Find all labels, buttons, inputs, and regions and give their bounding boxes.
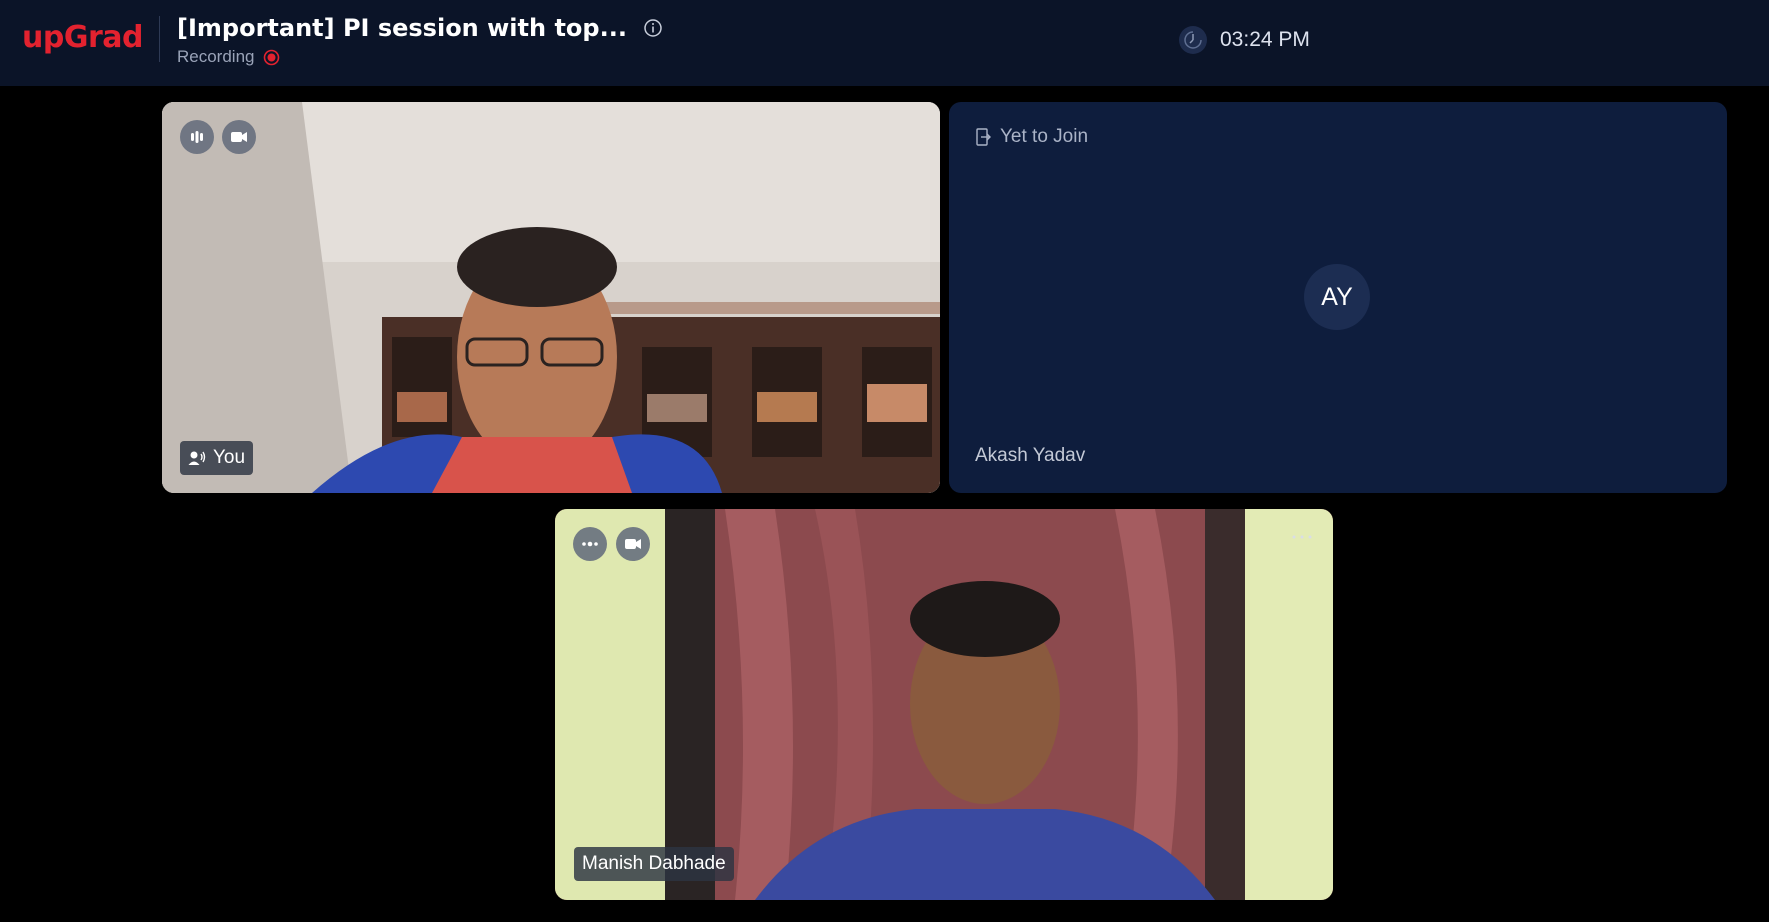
top-bar: upGrad [Important] PI session with top..… (0, 0, 1769, 86)
info-icon[interactable] (643, 18, 663, 38)
audio-idle-icon[interactable] (573, 527, 607, 561)
camera-icon[interactable] (616, 527, 650, 561)
enter-door-icon (976, 128, 991, 146)
clock-icon (1179, 26, 1207, 54)
more-options-icon[interactable] (1291, 533, 1313, 541)
participant-label-manish: Manish Dabhade (574, 847, 734, 881)
session-title: [Important] PI session with top... (177, 14, 627, 42)
upgrad-logo: upGrad (22, 20, 143, 55)
video-tile-akash-yadav[interactable]: Yet to Join AY Akash Yadav (949, 102, 1727, 493)
participant-name-you: You (213, 447, 246, 468)
session-title-block: [Important] PI session with top... Recor… (177, 14, 663, 67)
avatar: AY (1304, 264, 1370, 330)
current-time: 03:24 PM (1220, 28, 1310, 51)
recording-indicator: Recording (177, 47, 663, 67)
camera-icon[interactable] (222, 120, 256, 154)
participant-label-you: You (180, 441, 254, 475)
video-tile-manish-dabhade[interactable]: Manish Dabhade (555, 509, 1333, 900)
header-divider (159, 16, 160, 62)
session-clock: 03:24 PM (1178, 25, 1310, 55)
video-feed-manish (555, 509, 1333, 900)
audio-level-icon[interactable] (180, 120, 214, 154)
speaking-user-icon (188, 451, 206, 465)
video-feed-you (162, 102, 940, 493)
participant-name-akash: Akash Yadav (975, 445, 1086, 466)
recording-dot-icon (263, 49, 279, 65)
recording-label: Recording (177, 47, 255, 66)
participant-name-manish: Manish Dabhade (582, 853, 726, 874)
yet-to-join-label: Yet to Join (1000, 126, 1089, 147)
yet-to-join-status: Yet to Join (975, 126, 1088, 148)
video-tile-you[interactable]: You (162, 102, 940, 493)
